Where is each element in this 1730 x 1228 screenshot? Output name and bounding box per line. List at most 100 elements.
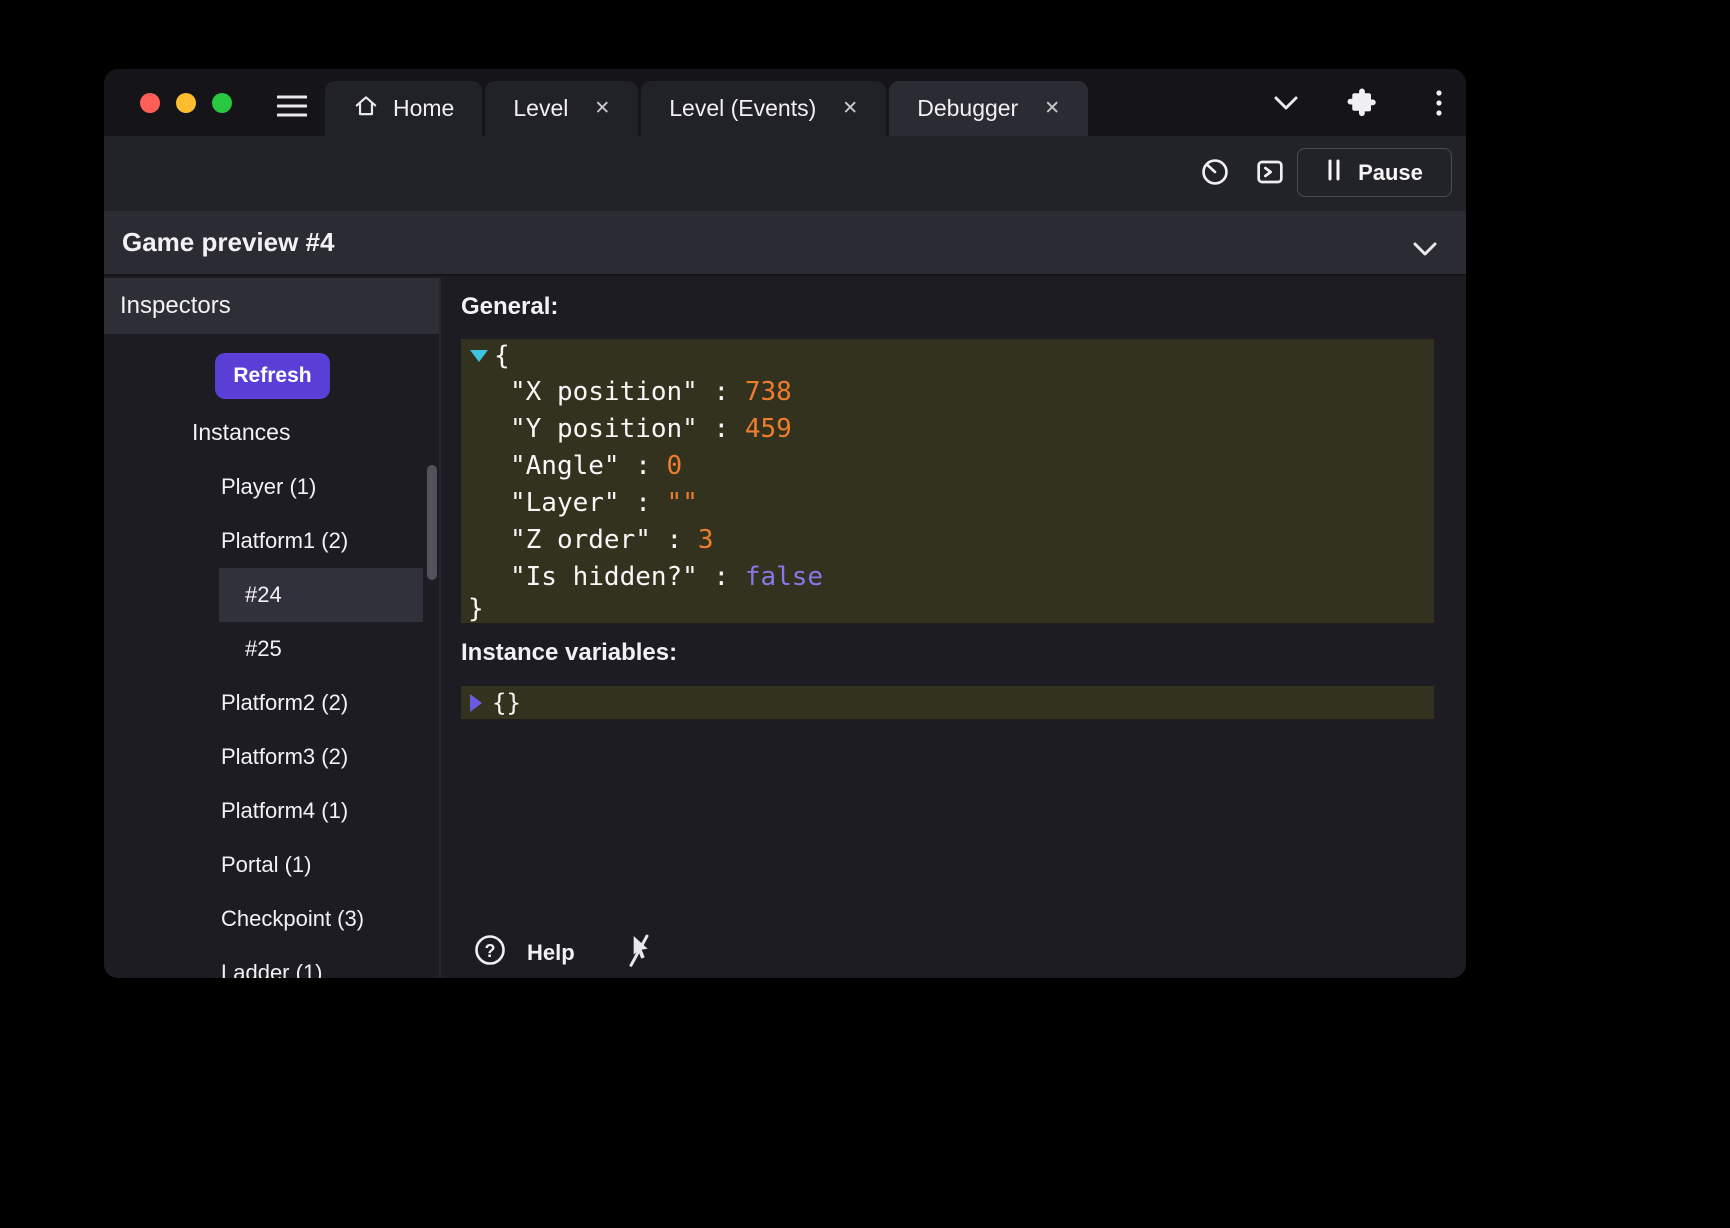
sidebar-instance-item[interactable]: Platform1 (2) <box>104 514 439 568</box>
tab-level[interactable]: Level ✕ <box>485 81 638 136</box>
json-value: 3 <box>698 525 714 555</box>
chevron-down-icon[interactable] <box>1272 95 1300 118</box>
json-property-row[interactable]: "Is hidden?" : false <box>461 558 1434 595</box>
sidebar-item-label: Portal (1) <box>221 852 311 878</box>
sidebar-item-label: Platform3 (2) <box>221 744 348 770</box>
tab-level-events[interactable]: Level (Events) ✕ <box>641 81 886 136</box>
variables-empty-object: {} <box>492 689 521 717</box>
sidebar-instance-item[interactable]: #25 <box>104 622 439 676</box>
inspectors-sidebar: Inspectors Refresh Instances Player (1) … <box>104 278 441 978</box>
help-icon[interactable]: ? <box>473 933 507 972</box>
sidebar-instance-item[interactable]: Ladder (1) <box>104 946 439 978</box>
general-json-view: { "X position" : 738 "Y position" : 459 … <box>461 339 1434 623</box>
pause-button-label: Pause <box>1358 160 1423 186</box>
json-key: "Z order" <box>510 525 651 555</box>
json-property-row[interactable]: "Z order" : 3 <box>461 521 1434 558</box>
console-icon[interactable] <box>1254 156 1286 193</box>
json-close-brace: } <box>468 594 484 624</box>
json-close-row: } <box>461 595 1434 623</box>
json-separator: : <box>620 451 667 481</box>
tab-close-icon[interactable]: ✕ <box>1044 99 1060 118</box>
home-icon <box>353 93 379 125</box>
json-property-row[interactable]: "Y position" : 459 <box>461 410 1434 447</box>
profiler-speedometer-icon[interactable] <box>1199 156 1231 193</box>
json-value: 0 <box>667 451 683 481</box>
inspectors-header: Inspectors <box>104 278 439 334</box>
sidebar-instance-item[interactable]: Player (1) <box>104 460 439 514</box>
json-value: false <box>745 562 823 592</box>
tab-home[interactable]: Home <box>325 81 482 136</box>
json-property-row[interactable]: "X position" : 738 <box>461 373 1434 410</box>
help-row: ? Help <box>473 932 655 973</box>
sidebar-instance-item[interactable]: Platform4 (1) <box>104 784 439 838</box>
sidebar-item-label: Player (1) <box>221 474 316 500</box>
inspector-panel: General: { "X position" : 738 "Y positio… <box>443 278 1466 978</box>
tab-label: Level <box>513 95 568 122</box>
json-root-row[interactable]: { <box>461 339 1434 373</box>
sidebar-item-label: Platform1 (2) <box>221 528 348 554</box>
tab-bar-tabs: Home Level ✕ Level (Events) ✕ Debugger ✕ <box>325 81 1088 136</box>
instance-variables-json-view[interactable]: {} <box>461 686 1434 719</box>
kebab-menu-icon[interactable] <box>1426 89 1452 122</box>
svg-text:?: ? <box>485 941 496 961</box>
tab-close-icon[interactable]: ✕ <box>842 99 858 118</box>
inspectors-header-label: Inspectors <box>120 292 231 320</box>
tab-label: Home <box>393 95 454 122</box>
json-separator: : <box>698 562 745 592</box>
title-bar: Home Level ✕ Level (Events) ✕ Debugger ✕ <box>104 69 1466 136</box>
instance-variables-label: Instance variables: <box>461 639 677 667</box>
sidebar-instance-item[interactable]: #24 <box>219 568 423 622</box>
sidebar-instance-item[interactable]: Platform2 (2) <box>104 676 439 730</box>
json-key: "Layer" <box>510 488 620 518</box>
instances-list: Player (1) Platform1 (2) #24 #25 Platfor… <box>104 460 439 978</box>
expand-triangle-icon[interactable] <box>470 694 482 712</box>
menu-icon[interactable] <box>277 95 307 122</box>
tab-debugger[interactable]: Debugger ✕ <box>889 81 1088 136</box>
instances-section-label: Instances <box>192 419 290 446</box>
sidebar-instance-item[interactable]: Checkpoint (3) <box>104 892 439 946</box>
pause-button[interactable]: Pause <box>1297 148 1452 197</box>
app-window: Home Level ✕ Level (Events) ✕ Debugger ✕ <box>104 69 1466 978</box>
close-window-button[interactable] <box>140 93 160 113</box>
sidebar-item-label: Platform2 (2) <box>221 690 348 716</box>
minimize-window-button[interactable] <box>176 93 196 113</box>
sidebar-item-label: Checkpoint (3) <box>221 906 364 932</box>
general-json-entries: "X position" : 738 "Y position" : 459 "A… <box>461 373 1434 595</box>
sidebar-instance-item[interactable]: Portal (1) <box>104 838 439 892</box>
chevron-down-icon[interactable] <box>1412 233 1438 264</box>
json-key: "Angle" <box>510 451 620 481</box>
picker-disabled-icon[interactable] <box>623 932 655 973</box>
sidebar-item-label: Platform4 (1) <box>221 798 348 824</box>
game-preview-selector[interactable]: Game preview #4 <box>104 211 1466 276</box>
extensions-puzzle-icon[interactable] <box>1346 87 1376 122</box>
sidebar-instance-item[interactable]: Platform3 (2) <box>104 730 439 784</box>
json-property-row[interactable]: "Layer" : "" <box>461 484 1434 521</box>
json-key: "X position" <box>510 377 698 407</box>
game-preview-title: Game preview #4 <box>122 227 334 258</box>
json-separator: : <box>698 414 745 444</box>
pause-icon <box>1326 159 1342 187</box>
json-value: 459 <box>745 414 792 444</box>
json-separator: : <box>651 525 698 555</box>
json-key: "Y position" <box>510 414 698 444</box>
refresh-button[interactable]: Refresh <box>215 353 330 399</box>
traffic-lights <box>140 93 232 113</box>
zoom-window-button[interactable] <box>212 93 232 113</box>
collapse-triangle-icon[interactable] <box>470 350 488 362</box>
sidebar-item-label: #25 <box>245 636 282 662</box>
general-section-label: General: <box>461 293 558 321</box>
json-value: 738 <box>745 377 792 407</box>
tab-label: Debugger <box>917 95 1018 122</box>
sidebar-scrollbar[interactable] <box>427 465 437 580</box>
help-label[interactable]: Help <box>527 940 575 966</box>
tab-label: Level (Events) <box>669 95 816 122</box>
sidebar-item-label: #24 <box>245 582 282 608</box>
json-separator: : <box>698 377 745 407</box>
json-key: "Is hidden?" <box>510 562 698 592</box>
json-property-row[interactable]: "Angle" : 0 <box>461 447 1434 484</box>
debugger-toolbar: Pause <box>104 136 1466 211</box>
debugger-content: Inspectors Refresh Instances Player (1) … <box>104 278 1466 978</box>
sidebar-item-label: Ladder (1) <box>221 960 323 978</box>
json-open-brace: { <box>494 341 510 371</box>
tab-close-icon[interactable]: ✕ <box>594 99 610 118</box>
